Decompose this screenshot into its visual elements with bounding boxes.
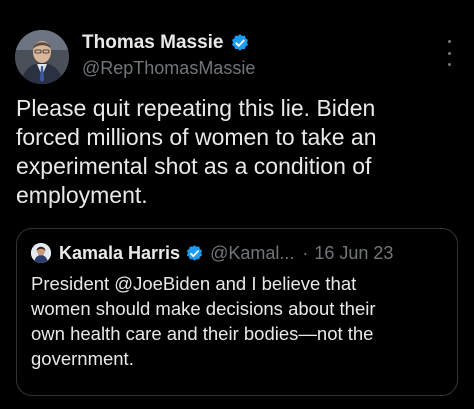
quoted-author-handle[interactable]: @Kamal...: [210, 243, 294, 264]
verified-badge-icon[interactable]: [185, 244, 204, 263]
author-handle[interactable]: @RepThomasMassie: [82, 58, 255, 79]
separator-dot: ·: [302, 242, 309, 263]
more-dot: [447, 40, 451, 43]
quoted-tweet[interactable]: Kamala Harris @Kamal... · 16 Jun 23 Pres…: [16, 228, 458, 396]
quoted-author-name[interactable]: Kamala Harris: [59, 243, 180, 264]
author-avatar-image: [15, 30, 69, 84]
tweet-card[interactable]: Thomas Massie @RepThomasMassie Please qu…: [0, 0, 474, 409]
more-options-icon[interactable]: [441, 40, 457, 66]
author-name-row: Thomas Massie: [82, 30, 250, 56]
more-dot: [447, 51, 451, 55]
tweet-text: Please quit repeating this lie. Biden fo…: [16, 95, 377, 208]
author-avatar[interactable]: [15, 30, 69, 84]
quoted-tweet-text: President @JoeBiden and I believe that w…: [31, 273, 376, 369]
author-name[interactable]: Thomas Massie: [82, 32, 224, 54]
quoted-tweet-date[interactable]: 16 Jun 23: [314, 243, 393, 264]
verified-badge-icon[interactable]: [230, 33, 250, 53]
quoted-tweet-header: Kamala Harris @Kamal... · 16 Jun 23: [31, 241, 393, 265]
quoted-author-avatar-image: [31, 243, 51, 263]
more-dot: [447, 63, 451, 66]
quoted-author-avatar[interactable]: [31, 243, 51, 263]
